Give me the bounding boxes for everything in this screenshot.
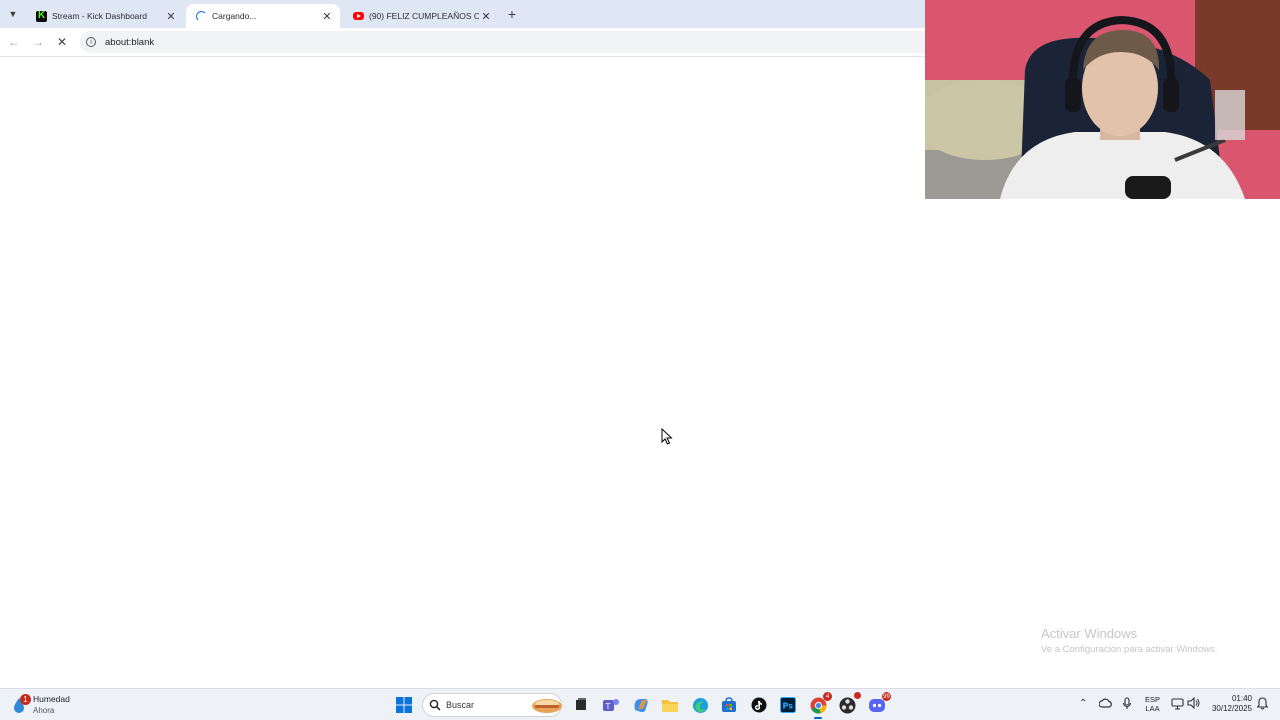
tab-title: (90) FELIZ CUMPLEAÑOS ORIGI: [369, 11, 479, 21]
watermark-subtitle: Ve a Configuración para activar Windows.: [1041, 644, 1218, 655]
search-placeholder: Buscar: [446, 700, 475, 710]
screen: ▼ Stream - Kick Dashboard ✕ Cargando... …: [0, 0, 1280, 720]
store-icon[interactable]: [719, 695, 739, 715]
status-dot-icon: [854, 692, 861, 699]
search-highlight-image: [532, 699, 562, 713]
system-clock[interactable]: 01:40 30/12/2025: [1208, 694, 1252, 714]
windows-activation-watermark: Activar Windows Ve a Configuración para …: [1041, 626, 1217, 655]
weather-subtitle: Ahora: [33, 706, 55, 715]
clock-date: 30/12/2025: [1211, 704, 1252, 713]
svg-text:Ps: Ps: [783, 702, 794, 711]
site-info-icon[interactable]: i: [86, 37, 96, 47]
notifications-bell-icon[interactable]: [1256, 697, 1269, 713]
photoshop-icon[interactable]: Ps: [778, 695, 798, 715]
network-monitor-icon[interactable]: [1171, 698, 1184, 713]
webcam-overlay: [925, 0, 1280, 199]
tab-strip: ▼ Stream - Kick Dashboard ✕ Cargando... …: [0, 0, 925, 28]
search-icon: [429, 699, 441, 711]
stop-loading-icon[interactable]: ✕: [54, 34, 70, 50]
language-code: ESP: [1145, 695, 1161, 704]
back-arrow-icon[interactable]: ←: [6, 34, 22, 50]
input-language[interactable]: ESP LAA: [1145, 695, 1160, 713]
volume-speaker-icon[interactable]: [1187, 696, 1200, 712]
mouse-cursor-icon: [661, 428, 673, 445]
edge-icon[interactable]: [690, 695, 710, 715]
chrome-icon[interactable]: 4: [808, 692, 832, 719]
clock-time: 01:40: [1231, 694, 1252, 703]
browser-toolbar: ← → ✕ i about:blank: [0, 28, 925, 57]
task-view-icon[interactable]: [571, 695, 591, 715]
watermark-title: Activar Windows: [1041, 626, 1138, 641]
tab-kick-dashboard[interactable]: Stream - Kick Dashboard ✕: [26, 4, 184, 28]
taskbar-search[interactable]: Buscar: [422, 693, 562, 717]
discord-icon[interactable]: 99: [867, 692, 891, 715]
copilot-icon[interactable]: [631, 695, 651, 715]
humidity-icon: 1: [10, 694, 31, 714]
new-tab-plus-icon[interactable]: +: [504, 6, 520, 22]
tab-youtube[interactable]: (90) FELIZ CUMPLEAÑOS ORIGI ✕: [343, 4, 499, 28]
kick-icon: [36, 10, 47, 22]
close-icon[interactable]: ✕: [479, 9, 493, 23]
svg-text:T: T: [605, 702, 611, 711]
tab-loading[interactable]: Cargando... ✕: [186, 4, 340, 28]
file-explorer-icon[interactable]: [660, 695, 680, 715]
weather-widget[interactable]: 1 Humedad Ahora: [10, 692, 70, 718]
show-hidden-icons-chevron-up-icon[interactable]: ⌃: [1079, 698, 1087, 709]
loading-spinner-icon: [196, 10, 207, 22]
address-bar[interactable]: i about:blank: [80, 31, 925, 53]
active-app-indicator: [814, 717, 822, 719]
tab-search-chevron-down-icon[interactable]: ▼: [4, 5, 22, 23]
tab-title: Cargando...: [212, 11, 257, 21]
onedrive-cloud-icon[interactable]: [1098, 697, 1112, 712]
close-icon[interactable]: ✕: [164, 9, 178, 23]
tiktok-icon[interactable]: [749, 695, 769, 715]
obs-icon[interactable]: [837, 692, 861, 715]
notification-badge: 99: [882, 692, 891, 701]
start-windows-icon[interactable]: [394, 695, 414, 715]
address-url: about:blank: [105, 36, 155, 48]
notification-badge: 4: [823, 692, 832, 701]
microphone-icon[interactable]: [1122, 697, 1132, 713]
teams-icon[interactable]: T: [601, 695, 621, 715]
keyboard-layout: LAA: [1145, 704, 1160, 713]
tab-title: Stream - Kick Dashboard: [52, 11, 147, 21]
close-icon[interactable]: ✕: [320, 9, 334, 23]
youtube-icon: [353, 12, 364, 20]
taskbar: 1 Humedad Ahora Buscar T Ps 4 99 ⌃ ESP L…: [0, 688, 1280, 720]
webcam-feed-image: [925, 0, 1280, 199]
weather-title: Humedad: [33, 694, 70, 704]
forward-arrow-icon[interactable]: →: [30, 34, 46, 50]
notification-badge: 1: [20, 694, 31, 705]
